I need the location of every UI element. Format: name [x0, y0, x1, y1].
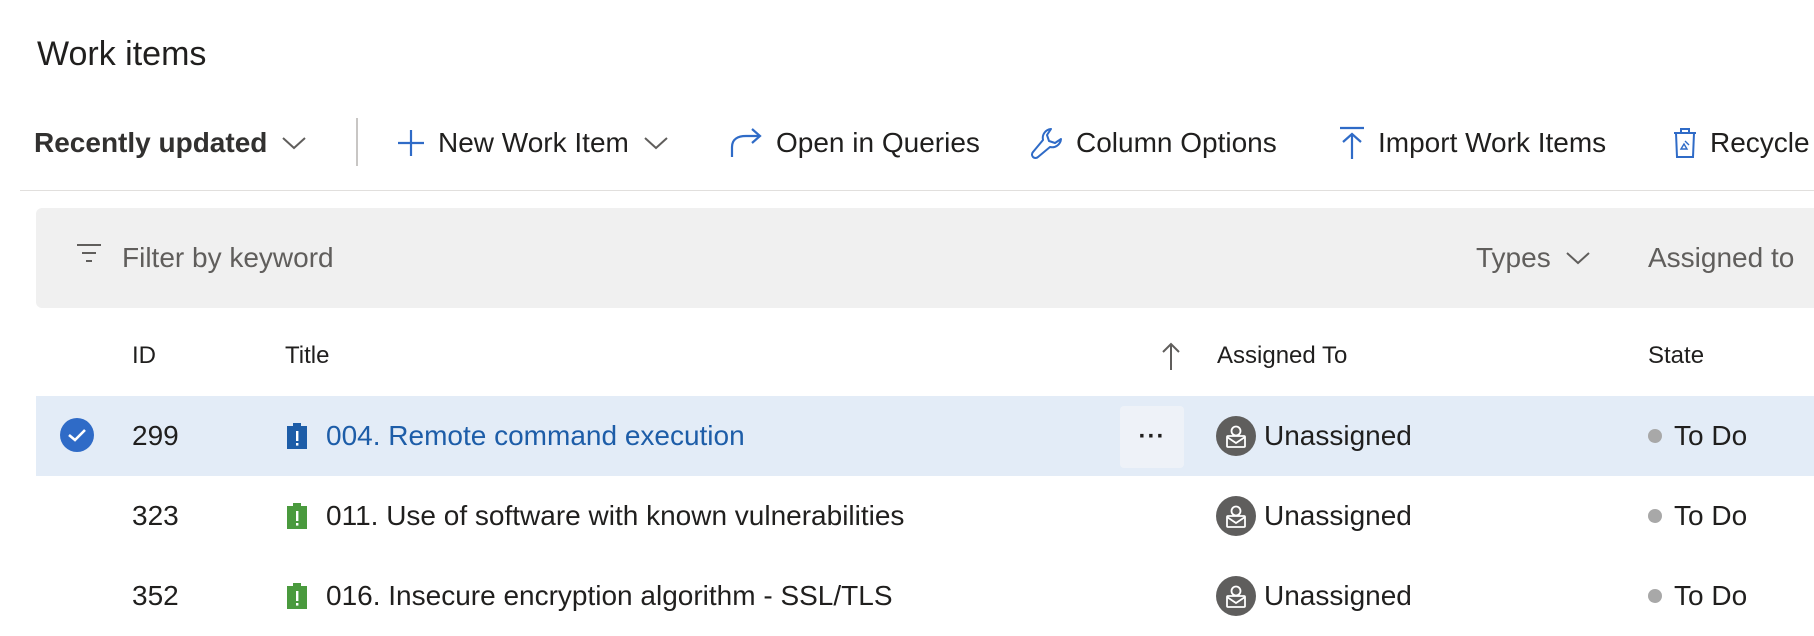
wrench-icon [1030, 128, 1062, 160]
state-dot-icon [1648, 509, 1662, 523]
assigned-to-value: Unassigned [1264, 500, 1412, 531]
table-row[interactable]: 323 011. Use of software with known vuln… [36, 476, 1814, 556]
state-dot-icon [1648, 589, 1662, 603]
page-title: Work items [37, 35, 207, 73]
assigned-to-cell: Unassigned [1216, 396, 1412, 476]
sort-ascending-icon[interactable] [1160, 340, 1182, 372]
toolbar-divider [356, 118, 358, 166]
issue-icon [287, 583, 307, 609]
redirect-arrow-icon [730, 128, 762, 157]
recently-updated-dropdown[interactable]: Recently updated [34, 110, 307, 176]
open-in-queries-label: Open in Queries [776, 127, 980, 158]
open-in-queries-button[interactable]: Open in Queries [728, 110, 980, 176]
column-header-title[interactable]: Title [285, 340, 329, 372]
state-value: To Do [1674, 500, 1748, 531]
state-cell: To Do [1648, 476, 1747, 556]
work-item-id: 299 [132, 420, 179, 451]
issue-icon [287, 423, 307, 449]
unassigned-avatar-icon [1216, 416, 1256, 456]
state-value: To Do [1674, 420, 1748, 451]
state-value: To Do [1674, 580, 1748, 611]
work-item-title-cell: 016. Insecure encryption algorithm - SSL… [286, 556, 893, 636]
chevron-down-icon [1566, 252, 1590, 265]
recycle-bin-button[interactable]: Recycle Bin [1672, 110, 1814, 176]
table-row[interactable]: 299 004. Remote command execution ··· Un… [36, 396, 1814, 476]
table-row[interactable]: 352 016. Insecure encryption algorithm -… [36, 556, 1814, 636]
filter-keyword-input[interactable] [122, 236, 722, 280]
column-options-button[interactable]: Column Options [1030, 110, 1277, 176]
state-cell: To Do [1648, 396, 1747, 476]
work-item-title-link[interactable]: 004. Remote command execution [326, 420, 745, 452]
chevron-down-icon [282, 137, 307, 150]
work-item-title-link[interactable]: 011. Use of software with known vulnerab… [326, 500, 904, 532]
assigned-to-filter-dropdown[interactable]: Assigned to [1648, 236, 1794, 280]
checkmark-icon[interactable] [60, 418, 94, 452]
plus-icon [398, 130, 424, 156]
new-work-item-label: New Work Item [438, 127, 629, 158]
new-work-item-button[interactable]: New Work Item [396, 110, 669, 176]
import-work-items-button[interactable]: Import Work Items [1338, 110, 1606, 176]
types-filter-label: Types [1476, 242, 1551, 273]
work-item-title-cell: 004. Remote command execution [286, 396, 745, 476]
chevron-down-icon [644, 137, 668, 150]
work-item-id: 352 [132, 580, 179, 611]
recycle-bin-icon [1674, 128, 1696, 158]
assigned-to-cell: Unassigned [1216, 476, 1412, 556]
unassigned-avatar-icon [1216, 496, 1256, 536]
types-filter-dropdown[interactable]: Types [1476, 236, 1591, 280]
toolbar: Recently updated New Work Item Open in Q… [20, 110, 1814, 191]
column-header-assigned-to[interactable]: Assigned To [1217, 340, 1347, 372]
upload-icon [1340, 126, 1364, 159]
more-options-icon[interactable]: ··· [1120, 406, 1184, 468]
state-dot-icon [1648, 429, 1662, 443]
assigned-to-cell: Unassigned [1216, 556, 1412, 636]
state-cell: To Do [1648, 556, 1747, 636]
unassigned-avatar-icon [1216, 576, 1256, 616]
assigned-to-filter-label: Assigned to [1648, 242, 1795, 273]
filter-bar: Types Assigned to [36, 208, 1814, 308]
work-item-title-cell: 011. Use of software with known vulnerab… [286, 476, 904, 556]
work-item-title-link[interactable]: 016. Insecure encryption algorithm - SSL… [326, 580, 893, 612]
assigned-to-value: Unassigned [1264, 580, 1412, 611]
issue-icon [287, 503, 307, 529]
recently-updated-label: Recently updated [34, 127, 268, 158]
recycle-bin-label: Recycle Bin [1710, 127, 1814, 158]
column-options-label: Column Options [1076, 127, 1277, 158]
filter-icon [77, 244, 101, 262]
assigned-to-value: Unassigned [1264, 420, 1412, 451]
column-header-id[interactable]: ID [132, 340, 156, 372]
work-item-id: 323 [132, 500, 179, 531]
column-header-state[interactable]: State [1648, 340, 1704, 372]
import-work-items-label: Import Work Items [1378, 127, 1607, 158]
